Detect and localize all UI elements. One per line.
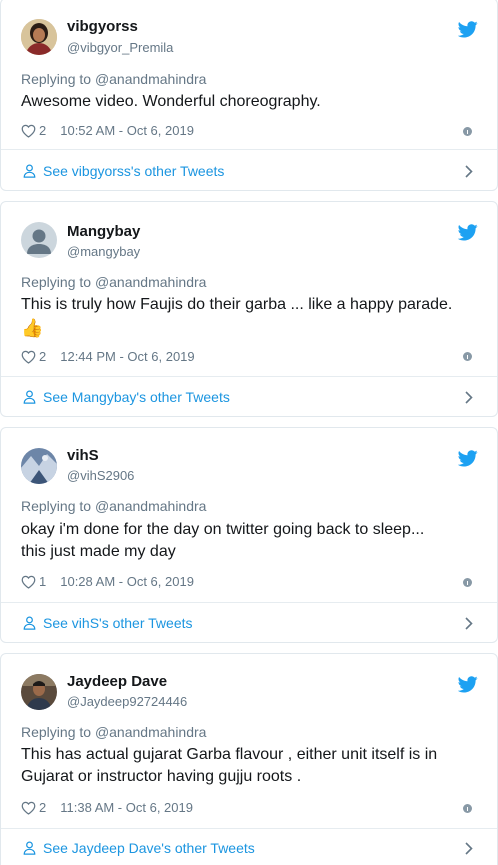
like-count: 2	[39, 800, 47, 815]
chevron-right-icon	[465, 164, 473, 178]
info-icon[interactable]	[463, 578, 472, 587]
twitter-bird-icon[interactable]	[458, 21, 478, 38]
replying-to: Replying to @anandmahindra	[21, 274, 206, 290]
user-handle[interactable]: @Jaydeep92724446	[67, 694, 187, 709]
chevron-right-icon	[465, 390, 473, 404]
mention-link[interactable]: @anandmahindra	[95, 274, 207, 290]
display-name[interactable]: vibgyorss	[67, 18, 138, 35]
tweet-meta: 2 12:44 PM - Oct 6, 2019	[21, 349, 195, 364]
heart-icon[interactable]	[21, 124, 36, 138]
timestamp[interactable]: 10:52 AM - Oct 6, 2019	[60, 123, 194, 138]
see-other-tweets-label: See vibgyorss's other Tweets	[43, 163, 225, 179]
like-count: 2	[39, 349, 47, 364]
chevron-right-icon	[465, 841, 473, 855]
user-handle[interactable]: @mangybay	[67, 244, 140, 259]
like-count: 1	[39, 574, 47, 589]
tweet-text-line: Awesome video. Wonderful choreography.	[21, 93, 321, 110]
tweet-text: Awesome video. Wonderful choreography.	[21, 91, 477, 113]
person-icon	[23, 616, 36, 630]
mention-link[interactable]: @anandmahindra	[95, 498, 207, 514]
display-name[interactable]: Jaydeep Dave	[67, 673, 167, 690]
heart-icon[interactable]	[21, 801, 36, 815]
see-other-tweets-link[interactable]: See Jaydeep Dave's other Tweets	[1, 828, 497, 865]
tweet-card: vihS @vihS2906 Replying to @anandmahindr…	[0, 427, 498, 643]
divider	[1, 149, 497, 150]
tweet-meta: 1 10:28 AM - Oct 6, 2019	[21, 574, 194, 589]
replying-label: Replying to	[21, 498, 95, 514]
tweet-text-line: This is truly how Faujis do their garba …	[21, 296, 453, 313]
timestamp[interactable]: 11:38 AM - Oct 6, 2019	[60, 800, 193, 815]
avatar[interactable]	[21, 19, 57, 55]
person-icon	[23, 390, 36, 404]
twitter-bird-icon[interactable]	[458, 450, 478, 467]
chevron-right-icon	[465, 616, 473, 630]
timestamp[interactable]: 10:28 AM - Oct 6, 2019	[60, 574, 194, 589]
see-other-tweets-label: See vihS's other Tweets	[43, 615, 193, 631]
replying-to: Replying to @anandmahindra	[21, 498, 206, 514]
info-icon[interactable]	[463, 127, 472, 136]
twitter-bird-icon[interactable]	[458, 224, 478, 241]
tweet-meta: 2 11:38 AM - Oct 6, 2019	[21, 800, 193, 815]
tweet-text-line: this just made my day	[21, 543, 176, 560]
info-icon[interactable]	[463, 352, 472, 361]
see-other-tweets-link[interactable]: See Mangybay's other Tweets	[1, 377, 497, 417]
user-handle[interactable]: @vibgyor_Premila	[67, 40, 173, 55]
replying-label: Replying to	[21, 71, 95, 87]
info-icon[interactable]	[463, 804, 472, 813]
user-handle[interactable]: @vihS2906	[67, 468, 134, 483]
tweet-card: Jaydeep Dave @Jaydeep92724446 Replying t…	[0, 653, 498, 865]
replying-to: Replying to @anandmahindra	[21, 71, 206, 87]
tweet-text: This is truly how Faujis do their garba …	[21, 294, 477, 340]
tweet-meta: 2 10:52 AM - Oct 6, 2019	[21, 123, 194, 138]
mention-link[interactable]: @anandmahindra	[95, 724, 207, 740]
see-other-tweets-link[interactable]: See vihS's other Tweets	[1, 603, 497, 643]
replying-label: Replying to	[21, 724, 95, 740]
replying-label: Replying to	[21, 274, 95, 290]
tweet-card: Mangybay @mangybay Replying to @anandmah…	[0, 201, 498, 417]
avatar[interactable]	[21, 222, 57, 258]
replying-to: Replying to @anandmahindra	[21, 724, 206, 740]
see-other-tweets-link[interactable]: See vibgyorss's other Tweets	[1, 151, 497, 191]
person-icon	[23, 841, 36, 855]
tweet-text: okay i'm done for the day on twitter goi…	[21, 519, 477, 563]
tweet-text: This has actual gujarat Garba flavour , …	[21, 744, 477, 788]
heart-icon[interactable]	[21, 350, 36, 364]
avatar[interactable]	[21, 674, 57, 710]
display-name[interactable]: vihS	[67, 447, 99, 464]
person-icon	[23, 164, 36, 178]
mention-link[interactable]: @anandmahindra	[95, 71, 207, 87]
heart-icon[interactable]	[21, 575, 36, 589]
tweet-text-line: Gujarat or instructor having gujju roots…	[21, 768, 302, 785]
see-other-tweets-label: See Mangybay's other Tweets	[43, 389, 230, 405]
see-other-tweets-label: See Jaydeep Dave's other Tweets	[43, 840, 255, 856]
like-count: 2	[39, 123, 47, 138]
thumbs-up-emoji: 👍	[21, 318, 44, 338]
twitter-bird-icon[interactable]	[458, 676, 478, 693]
tweet-text-line: okay i'm done for the day on twitter goi…	[21, 521, 425, 538]
display-name[interactable]: Mangybay	[67, 223, 140, 240]
timestamp[interactable]: 12:44 PM - Oct 6, 2019	[60, 349, 194, 364]
tweet-text-line: This has actual gujarat Garba flavour , …	[21, 746, 438, 763]
avatar[interactable]	[21, 448, 57, 484]
tweet-card: vibgyorss @vibgyor_Premila Replying to @…	[0, 0, 498, 191]
